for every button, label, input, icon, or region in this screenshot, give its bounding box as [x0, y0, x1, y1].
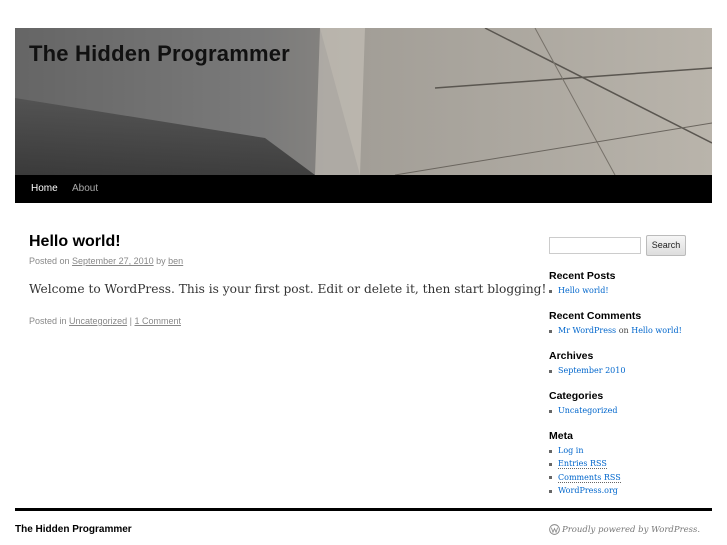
post-content: Welcome to WordPress. This is your first… — [29, 282, 547, 296]
nav-item-about[interactable]: About — [72, 183, 98, 194]
header-image-banner: The Hidden Programmer — [15, 28, 712, 175]
bullet-icon — [549, 409, 552, 413]
list-item: Mr WordPress on Hello world! — [549, 324, 682, 337]
login-link[interactable]: Log in — [558, 446, 584, 455]
bullet-icon — [549, 462, 552, 466]
footer-divider — [15, 508, 712, 511]
search-input[interactable] — [549, 237, 641, 254]
archive-link[interactable]: September 2010 — [558, 366, 625, 375]
bullet-icon — [549, 449, 552, 453]
post-author-link[interactable]: ben — [168, 256, 183, 266]
site-title[interactable]: The Hidden Programmer — [29, 41, 290, 67]
post-meta-by: by — [156, 256, 166, 266]
comments-link[interactable]: 1 Comment — [134, 316, 181, 326]
recent-comments-heading: Recent Comments — [549, 310, 642, 322]
main-navigation: Home About — [15, 175, 712, 203]
nav-item-home[interactable]: Home — [31, 183, 58, 194]
recent-post-link[interactable]: Hello world! — [558, 286, 609, 295]
search-button[interactable]: Search — [646, 235, 686, 256]
comment-author-link[interactable]: Mr WordPress — [558, 326, 616, 335]
wordpress-org-link[interactable]: WordPress.org — [558, 486, 618, 495]
bullet-icon — [549, 329, 552, 333]
powered-by-text: Proudly powered by WordPress. — [562, 525, 701, 535]
bullet-icon — [549, 289, 552, 293]
comments-rss-link[interactable]: Comments RSS — [558, 472, 621, 483]
archives-heading: Archives — [549, 350, 594, 362]
list-item: Entries RSS — [549, 457, 621, 470]
list-item: Log in — [549, 444, 621, 457]
archives-list: September 2010 — [549, 364, 625, 377]
footer-site-title[interactable]: The Hidden Programmer — [15, 524, 132, 535]
wordpress-logo-icon — [549, 524, 560, 535]
list-item: Hello world! — [549, 284, 609, 297]
recent-comments-list: Mr WordPress on Hello world! — [549, 324, 682, 337]
meta-separator: | — [129, 316, 132, 326]
post-meta: Posted on September 27, 2010 by ben — [29, 256, 183, 266]
post-date-link[interactable]: September 27, 2010 — [72, 256, 154, 266]
comment-post-link[interactable]: Hello world! — [631, 326, 682, 335]
post-title[interactable]: Hello world! — [29, 233, 121, 251]
entries-rss-link[interactable]: Entries RSS — [558, 459, 607, 470]
list-item: Comments RSS — [549, 471, 621, 484]
bullet-icon — [549, 489, 552, 493]
list-item: Uncategorized — [549, 404, 617, 417]
bullet-icon — [549, 369, 552, 373]
posted-in-label: Posted in — [29, 316, 67, 326]
bullet-icon — [549, 476, 552, 480]
powered-by-link[interactable]: Proudly powered by WordPress. — [549, 524, 700, 535]
post-utility: Posted in Uncategorized | 1 Comment — [29, 316, 181, 326]
post-meta-prefix: Posted on — [29, 256, 70, 266]
categories-list: Uncategorized — [549, 404, 617, 417]
categories-heading: Categories — [549, 390, 604, 402]
category-link[interactable]: Uncategorized — [69, 316, 127, 326]
recent-posts-list: Hello world! — [549, 284, 609, 297]
list-item: September 2010 — [549, 364, 625, 377]
meta-heading: Meta — [549, 430, 573, 442]
meta-list: Log in Entries RSS Comments RSS WordPres… — [549, 444, 621, 498]
comment-on-label: on — [618, 326, 629, 335]
recent-posts-heading: Recent Posts — [549, 270, 616, 282]
category-widget-link[interactable]: Uncategorized — [558, 406, 617, 415]
list-item: WordPress.org — [549, 484, 621, 497]
